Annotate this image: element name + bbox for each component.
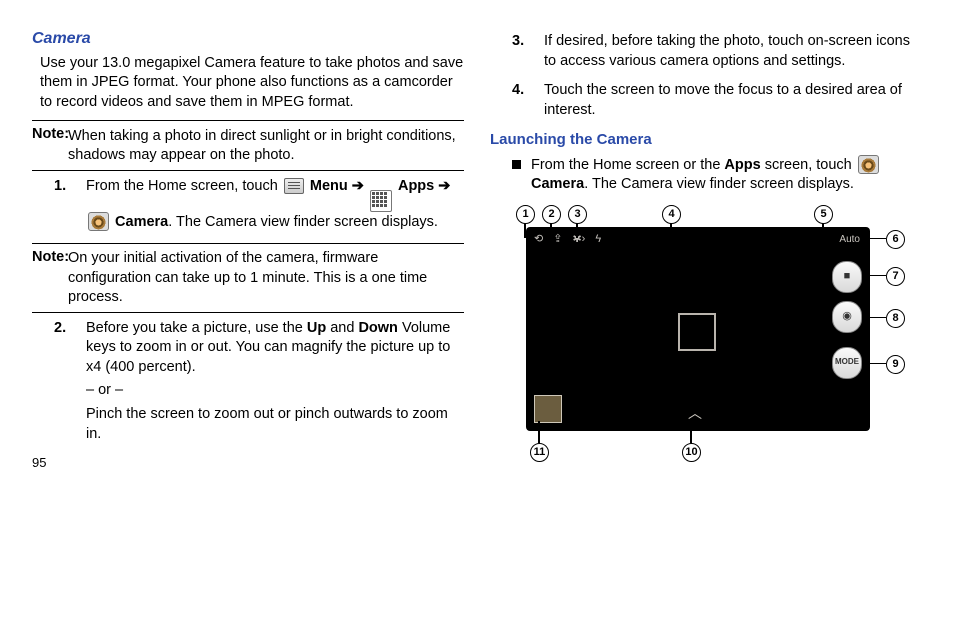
step-4: 4. Touch the screen to move the focus to… (490, 81, 922, 120)
mode-button: MODE (832, 347, 862, 379)
settings-icon: ✱› (572, 232, 585, 247)
callout-lead (870, 238, 886, 240)
text: From the Home screen or the (531, 157, 724, 173)
shutter-button: ◉ (832, 301, 862, 333)
callout-lead (550, 222, 552, 238)
step-number: 4. (512, 81, 544, 120)
camera-viewfinder: ⟲ ⇪ ✱› ϟ Auto ︿ ■ ◉ MODE (526, 227, 870, 431)
up-label: Up (307, 320, 326, 336)
callout-lead (870, 363, 886, 365)
menu-icon (284, 178, 304, 194)
callout-4: 4 (662, 205, 681, 224)
callout-lead (870, 317, 886, 319)
menu-label: Menu (310, 178, 352, 194)
callout-lead (690, 421, 692, 443)
divider (32, 170, 464, 171)
step-1: 1. From the Home screen, touch Menu ➔ Ap… (32, 177, 464, 233)
step-body: From the Home screen, touch Menu ➔ Apps … (86, 177, 464, 233)
apps-icon (370, 190, 392, 212)
callout-11: 11 (530, 443, 549, 462)
flash-icon: ϟ (595, 232, 601, 247)
callout-3: 3 (568, 205, 587, 224)
or-text: – or – (86, 381, 464, 401)
text: . The Camera view finder screen displays… (168, 214, 438, 230)
text: and (326, 320, 358, 336)
text: Before you take a picture, use the (86, 320, 307, 336)
note-sunlight: Note: When taking a photo in direct sunl… (32, 125, 464, 166)
down-label: Down (358, 320, 397, 336)
camera-label: Camera (115, 214, 168, 230)
step-2: 2. Before you take a picture, use the Up… (32, 319, 464, 444)
note-text: When taking a photo in direct sunlight o… (68, 127, 464, 166)
steps-list: 2. Before you take a picture, use the Up… (32, 319, 464, 444)
divider (32, 243, 464, 244)
note-label: Note: (32, 126, 69, 142)
intro-paragraph: Use your 13.0 megapixel Camera feature t… (40, 54, 464, 113)
callout-lead (576, 222, 578, 238)
page-number: 95 (32, 454, 464, 472)
steps-list: 1. From the Home screen, touch Menu ➔ Ap… (32, 177, 464, 233)
divider (32, 120, 464, 121)
callout-lead (538, 421, 540, 443)
arrow-icon: ➔ (438, 178, 450, 194)
note-label: Note: (32, 249, 69, 265)
callout-7: 7 (886, 267, 905, 286)
right-column: 3. If desired, before taking the photo, … (490, 28, 922, 472)
apps-label: Apps (724, 157, 760, 173)
camera-topbar: ⟲ ⇪ ✱› ϟ (526, 227, 870, 253)
callout-2: 2 (542, 205, 561, 224)
auto-mode-label: Auto (839, 233, 860, 247)
callout-6: 6 (886, 230, 905, 249)
camera-diagram: 1 2 3 4 5 6 7 8 9 11 10 (514, 205, 914, 465)
camera-label: Camera (531, 176, 584, 192)
callout-5: 5 (814, 205, 833, 224)
left-column: Camera Use your 13.0 megapixel Camera fe… (32, 28, 464, 472)
subsection-title-launching: Launching the Camera (490, 130, 922, 150)
text: From the Home screen, touch (86, 178, 282, 194)
steps-list: 3. If desired, before taking the photo, … (490, 32, 922, 120)
note-text: On your initial activation of the camera… (68, 249, 464, 308)
camera-icon (858, 155, 879, 174)
focus-indicator (678, 313, 716, 351)
page-columns: Camera Use your 13.0 megapixel Camera fe… (32, 28, 922, 472)
step-number: 2. (54, 319, 86, 444)
callout-8: 8 (886, 309, 905, 328)
callout-10: 10 (682, 443, 701, 462)
step-number: 1. (54, 177, 86, 233)
callout-lead (670, 222, 672, 310)
callout-1: 1 (516, 205, 535, 224)
switch-camera-icon: ⟲ (534, 232, 543, 247)
camera-icon (88, 212, 109, 231)
callout-lead (524, 222, 526, 238)
text: . The Camera view finder screen displays… (584, 176, 854, 192)
text: screen, touch (761, 157, 856, 173)
section-title-camera: Camera (32, 28, 464, 50)
apps-label: Apps (398, 178, 438, 194)
divider (32, 312, 464, 313)
gallery-thumbnail (534, 395, 562, 423)
share-icon: ⇪ (553, 232, 562, 247)
step-3: 3. If desired, before taking the photo, … (490, 32, 922, 71)
step-body: Touch the screen to move the focus to a … (544, 81, 922, 120)
record-video-button: ■ (832, 261, 862, 293)
bullet-item: From the Home screen or the Apps screen,… (490, 155, 922, 195)
step-body: If desired, before taking the photo, tou… (544, 32, 922, 71)
step-number: 3. (512, 32, 544, 71)
text: Pinch the screen to zoom out or pinch ou… (86, 405, 464, 444)
bullet-icon (512, 160, 521, 169)
callout-lead (870, 275, 886, 277)
bullet-body: From the Home screen or the Apps screen,… (531, 155, 922, 195)
arrow-icon: ➔ (352, 178, 364, 194)
step-body: Before you take a picture, use the Up an… (86, 319, 464, 444)
callout-9: 9 (886, 355, 905, 374)
note-firmware: Note: On your initial activation of the … (32, 248, 464, 308)
